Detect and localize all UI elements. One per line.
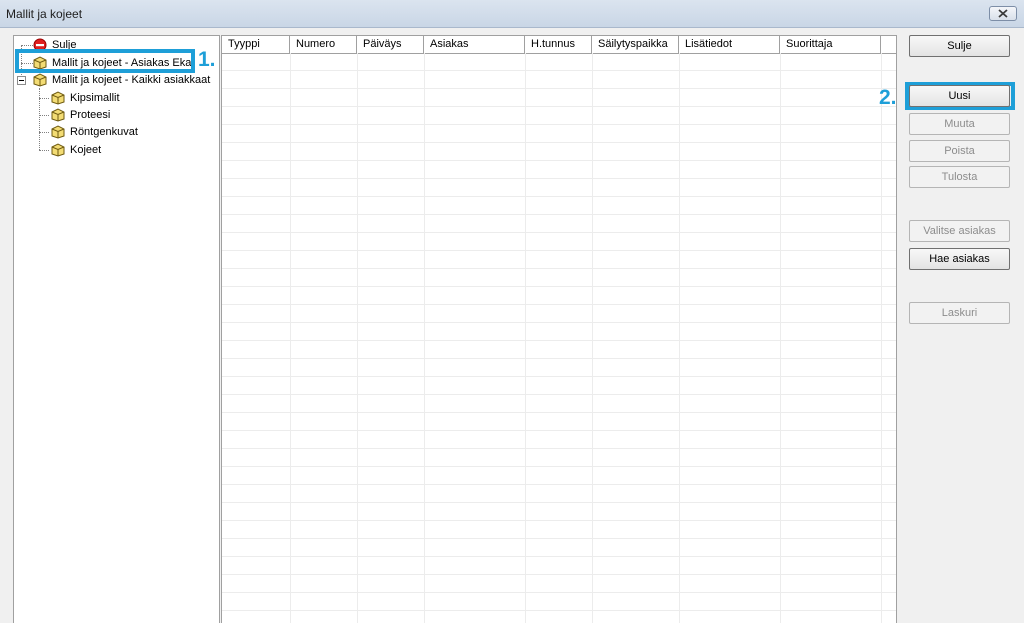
column-divider xyxy=(525,53,526,623)
tree-item-label: Röntgenkuvat xyxy=(70,126,138,138)
column-divider xyxy=(881,53,882,623)
window-title: Mallit ja kojeet xyxy=(6,7,83,21)
column-header-numero[interactable]: Numero xyxy=(290,36,357,53)
title-bar: Mallit ja kojeet xyxy=(0,0,1024,28)
column-header-htunnus[interactable]: H.tunnus xyxy=(525,36,592,53)
column-divider xyxy=(290,53,291,623)
calculator-button[interactable]: Laskuri xyxy=(909,302,1010,324)
callout-highlight-1 xyxy=(15,49,195,73)
table-body[interactable] xyxy=(222,53,896,623)
window: Mallit ja kojeet Sulje Mallit ja kojeet … xyxy=(0,0,1024,623)
select-customer-button[interactable]: Valitse asiakas xyxy=(909,220,1010,242)
callout-number-1: 1. xyxy=(198,48,216,71)
tree-item-kipsimallit[interactable]: Kipsimallit xyxy=(14,90,214,106)
tree-item-kaikki-asiakkaat[interactable]: Mallit ja kojeet - Kaikki asiakkaat xyxy=(14,72,214,88)
tree-item-rontgenkuvat[interactable]: Röntgenkuvat xyxy=(14,124,214,140)
close-icon xyxy=(998,9,1008,18)
package-icon xyxy=(51,125,65,139)
callout-number-2: 2. xyxy=(879,86,897,109)
tree-item-label: Proteesi xyxy=(70,109,111,121)
column-divider xyxy=(592,53,593,623)
package-icon xyxy=(51,143,65,157)
records-table[interactable]: Tyyppi Numero Päiväys Asiakas H.tunnus S… xyxy=(221,35,897,623)
tree-view[interactable]: Sulje Mallit ja kojeet - Asiakas Eka Mal… xyxy=(13,35,220,623)
column-divider xyxy=(679,53,680,623)
tree-item-proteesi[interactable]: Proteesi xyxy=(14,107,214,123)
column-header-suorittaja[interactable]: Suorittaja xyxy=(780,36,881,53)
window-close-button[interactable] xyxy=(989,6,1017,21)
column-header-sailytyspaikka[interactable]: Säilytyspaikka xyxy=(592,36,679,53)
column-header-tyyppi[interactable]: Tyyppi xyxy=(222,36,290,53)
table-header: Tyyppi Numero Päiväys Asiakas H.tunnus S… xyxy=(222,36,896,54)
edit-button[interactable]: Muuta xyxy=(909,113,1010,135)
package-icon xyxy=(51,108,65,122)
column-header-paivays[interactable]: Päiväys xyxy=(357,36,424,53)
tree-item-label: Mallit ja kojeet - Kaikki asiakkaat xyxy=(52,74,211,86)
tree-item-label: Kojeet xyxy=(70,144,102,156)
print-button[interactable]: Tulosta xyxy=(909,166,1010,188)
column-divider xyxy=(424,53,425,623)
tree-item-label: Kipsimallit xyxy=(70,92,120,104)
package-icon xyxy=(51,91,65,105)
tree-item-kojeet[interactable]: Kojeet xyxy=(14,142,214,158)
close-button[interactable]: Sulje xyxy=(909,35,1010,57)
column-header-lisatiedot[interactable]: Lisätiedot xyxy=(679,36,780,53)
package-icon xyxy=(33,73,47,87)
column-divider xyxy=(357,53,358,623)
find-customer-button[interactable]: Hae asiakas xyxy=(909,248,1010,270)
new-button[interactable]: Uusi xyxy=(909,85,1010,107)
column-header-asiakas[interactable]: Asiakas xyxy=(424,36,525,53)
delete-button[interactable]: Poista xyxy=(909,140,1010,162)
column-divider xyxy=(780,53,781,623)
